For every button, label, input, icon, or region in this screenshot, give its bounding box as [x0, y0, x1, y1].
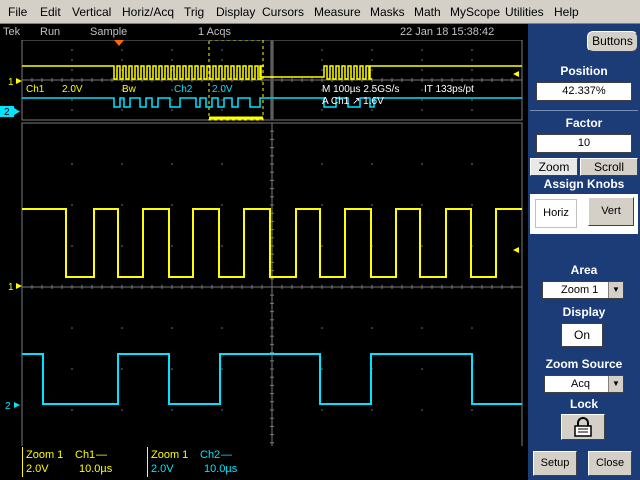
chevron-down-icon[interactable]: ▼ — [608, 376, 623, 392]
chevron-down-icon[interactable]: ▼ — [608, 282, 623, 298]
timebase-readout: M 100µs 2.5GS/s — [322, 84, 399, 95]
ch1-marker-overview-arrow[interactable] — [16, 78, 22, 84]
lock-button[interactable] — [561, 414, 605, 440]
zoom-source-label: Zoom Source — [545, 357, 623, 371]
status-row: Tek Run Sample 1 Acqs 22 Jan 18 15:38:42 — [0, 24, 528, 40]
display-label: Display — [562, 305, 606, 319]
tab-scroll[interactable]: Scroll — [580, 158, 638, 176]
readout-time: 10.0µs — [204, 463, 238, 475]
sample-interval-readout: IT 133ps/pt — [424, 84, 474, 95]
display-toggle[interactable]: On — [561, 323, 603, 347]
menu-masks[interactable]: Masks — [370, 5, 405, 19]
menu-utilities[interactable]: Utilities — [505, 5, 544, 19]
zoom-readouts: Zoom 1 Ch1 — 2.0V 10.0µs Zoom 1 Ch2 — 2.… — [0, 446, 528, 480]
readout-ch2[interactable]: Zoom 1 Ch2 — 2.0V 10.0µs — [147, 447, 259, 477]
ch1-label: Ch1 — [26, 84, 45, 95]
close-button[interactable]: Close — [588, 451, 632, 476]
ch1-scale: 2.0V — [62, 84, 83, 95]
factor-value[interactable]: 10 — [536, 134, 632, 153]
readout-time: 10.0µs — [79, 463, 113, 475]
ch2-marker-overview[interactable]: 2 — [4, 107, 10, 118]
area-value: Zoom 1 — [561, 284, 599, 296]
area-dropdown[interactable]: Zoom 1 ▼ — [542, 281, 624, 299]
menu-display[interactable]: Display — [216, 5, 255, 19]
menu-myscope[interactable]: MyScope — [450, 5, 500, 19]
readout-title: Zoom 1 — [151, 449, 189, 461]
menu-trig[interactable]: Trig — [184, 5, 204, 19]
menu-vertical[interactable]: Vertical — [72, 5, 111, 19]
readout-volts: 2.0V — [151, 463, 174, 475]
readout-channel: Ch2 — [200, 449, 221, 461]
menu-cursors[interactable]: Cursors — [262, 5, 304, 19]
area-label: Area — [570, 263, 598, 277]
factor-label: Factor — [565, 116, 603, 130]
ch1-marker-zoom[interactable]: 1 — [8, 282, 14, 293]
readout-ch1[interactable]: Zoom 1 Ch1 — 2.0V 10.0µs — [22, 447, 134, 477]
zoom-source-value: Acq — [571, 378, 590, 390]
buttons-button[interactable]: Buttons — [587, 31, 638, 52]
menu-measure[interactable]: Measure — [314, 5, 361, 19]
ch2-scale: 2.0V — [212, 84, 233, 95]
vert-knob-button[interactable]: Vert — [588, 197, 634, 226]
readout-volts: 2.0V — [26, 463, 49, 475]
menu-bar: File Edit Vertical Horiz/Acq Trig Displa… — [0, 0, 640, 24]
trigger-position-marker — [114, 40, 124, 46]
readout-title: Zoom 1 — [26, 449, 64, 461]
tab-zoom[interactable]: Zoom — [530, 158, 578, 176]
ch2-marker-zoom[interactable]: 2 — [5, 401, 11, 412]
menu-file[interactable]: File — [8, 5, 27, 19]
ch2-marker-zoom-arrow[interactable] — [14, 402, 20, 408]
position-label: Position — [560, 64, 608, 78]
assign-knobs-label: Assign Knobs — [543, 177, 625, 191]
bw-label: Bw — [122, 84, 137, 95]
ch1-marker-zoom-arrow[interactable] — [16, 283, 22, 289]
acq-mode: Sample — [90, 26, 128, 38]
datetime: 22 Jan 18 15:38:42 — [400, 26, 495, 38]
acq-count: 1 Acqs — [198, 26, 232, 38]
horiz-knob-button[interactable]: Horiz — [535, 199, 577, 228]
menu-math[interactable]: Math — [414, 5, 441, 19]
channel-markers[interactable]: 1 2 1 2 — [0, 71, 519, 412]
run-state: Run — [40, 26, 61, 38]
position-value[interactable]: 42.337% — [536, 82, 632, 101]
zoom-control-panel: Buttons Position 42.337% Factor 10 Zoom … — [528, 24, 640, 480]
brand-label: Tek — [3, 26, 21, 38]
ch1-marker-overview[interactable]: 1 — [8, 77, 14, 88]
ch2-marker-overview-arrow[interactable] — [14, 108, 20, 115]
menu-horiz-acq[interactable]: Horiz/Acq — [122, 5, 174, 19]
waveform-display[interactable]: Ch1 2.0V Bw Ch2 2.0V M 100µs 2.5GS/s IT … — [0, 40, 528, 446]
menu-edit[interactable]: Edit — [40, 5, 61, 19]
trigger-readout: A Ch1 ↗ 1.6V — [322, 96, 384, 107]
lock-label: Lock — [569, 397, 598, 411]
ch1-offscreen-arrow-top — [513, 71, 519, 77]
menu-help[interactable]: Help — [554, 5, 579, 19]
setup-button[interactable]: Setup — [533, 451, 577, 476]
lock-icon — [574, 417, 592, 437]
zoom-source-dropdown[interactable]: Acq ▼ — [544, 375, 624, 393]
ch1-offscreen-arrow-zoom — [513, 247, 519, 253]
readout-channel: Ch1 — [75, 449, 96, 461]
divider — [530, 110, 638, 111]
ch2-label: Ch2 — [174, 84, 193, 95]
